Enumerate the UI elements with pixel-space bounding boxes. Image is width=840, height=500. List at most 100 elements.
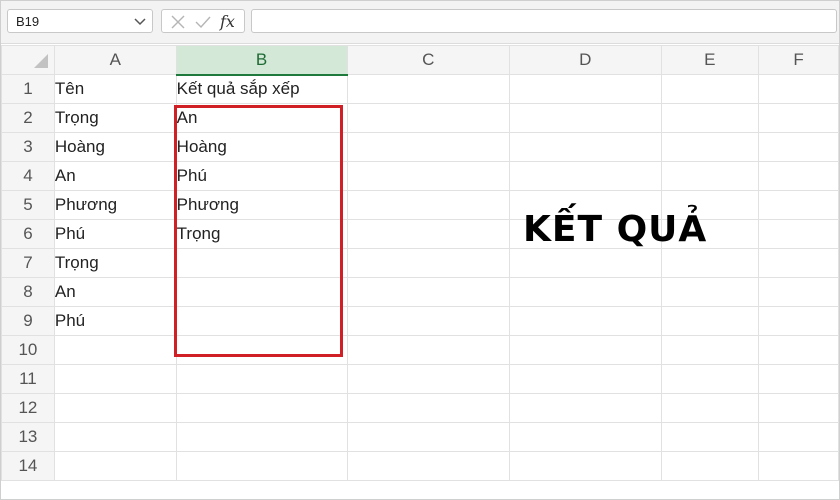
cell-d7[interactable] (508, 248, 662, 278)
cell-b13[interactable] (175, 422, 348, 452)
cell-f10[interactable] (758, 335, 839, 365)
cell-b11[interactable] (175, 364, 348, 394)
cell-e12[interactable] (660, 393, 760, 423)
row-header[interactable]: 13 (1, 422, 55, 452)
cell-e4[interactable] (660, 161, 760, 191)
row-header[interactable]: 6 (1, 219, 55, 249)
column-header-b[interactable]: B (175, 45, 348, 76)
cell-a11[interactable] (53, 364, 177, 394)
cell-d8[interactable] (508, 277, 662, 307)
cell-a12[interactable] (53, 393, 177, 423)
cell-f8[interactable] (758, 277, 839, 307)
table-row: 7 Trọng (1, 248, 839, 278)
cell-a5[interactable]: Phương (53, 190, 177, 220)
cell-a7[interactable]: Trọng (53, 248, 177, 278)
cell-c7[interactable] (346, 248, 510, 278)
cell-b1[interactable]: Kết quả sắp xếp (175, 74, 348, 104)
row-header[interactable]: 9 (1, 306, 55, 336)
cell-c14[interactable] (346, 451, 510, 481)
cell-e1[interactable] (660, 74, 760, 104)
fx-icon[interactable]: fx (220, 12, 235, 31)
cell-f6[interactable] (758, 219, 839, 249)
cell-d3[interactable] (508, 132, 662, 162)
cell-e11[interactable] (660, 364, 760, 394)
cell-f9[interactable] (758, 306, 839, 336)
cell-e9[interactable] (660, 306, 760, 336)
column-header-d[interactable]: D (508, 45, 662, 75)
cell-c9[interactable] (346, 306, 510, 336)
column-header-a[interactable]: A (53, 45, 177, 75)
cell-c2[interactable] (346, 103, 510, 133)
cell-f4[interactable] (758, 161, 839, 191)
cell-e8[interactable] (660, 277, 760, 307)
cell-c1[interactable] (346, 74, 510, 104)
cell-f2[interactable] (758, 103, 839, 133)
cell-d11[interactable] (508, 364, 662, 394)
row-header[interactable]: 1 (1, 74, 55, 104)
cell-f3[interactable] (758, 132, 839, 162)
confirm-icon[interactable] (194, 14, 212, 30)
cell-f11[interactable] (758, 364, 839, 394)
cell-f12[interactable] (758, 393, 839, 423)
cell-a14[interactable] (53, 451, 177, 481)
row-header[interactable]: 5 (1, 190, 55, 220)
cell-a1[interactable]: Tên (53, 74, 177, 104)
row-header[interactable]: 12 (1, 393, 55, 423)
cell-e3[interactable] (660, 132, 760, 162)
cell-d4[interactable] (508, 161, 662, 191)
cell-b14[interactable] (175, 451, 348, 481)
row-header[interactable]: 4 (1, 161, 55, 191)
chevron-down-icon[interactable] (134, 17, 146, 27)
cell-e13[interactable] (660, 422, 760, 452)
row-header[interactable]: 2 (1, 103, 55, 133)
cell-f14[interactable] (758, 451, 839, 481)
cell-f1[interactable] (758, 74, 839, 104)
column-header-f[interactable]: F (758, 45, 839, 75)
name-box[interactable]: B19 (7, 9, 153, 33)
cell-d1[interactable] (508, 74, 662, 104)
cell-a6[interactable]: Phú (53, 219, 177, 249)
cancel-icon[interactable] (170, 14, 186, 30)
cell-f7[interactable] (758, 248, 839, 278)
cell-c10[interactable] (346, 335, 510, 365)
cell-c13[interactable] (346, 422, 510, 452)
cell-f13[interactable] (758, 422, 839, 452)
cell-d13[interactable] (508, 422, 662, 452)
cell-a4[interactable]: An (53, 161, 177, 191)
cell-d12[interactable] (508, 393, 662, 423)
cell-b12[interactable] (175, 393, 348, 423)
row-header[interactable]: 11 (1, 364, 55, 394)
row-header[interactable]: 7 (1, 248, 55, 278)
cell-e14[interactable] (660, 451, 760, 481)
cell-c3[interactable] (346, 132, 510, 162)
row-header[interactable]: 3 (1, 132, 55, 162)
cell-d2[interactable] (508, 103, 662, 133)
cell-e10[interactable] (660, 335, 760, 365)
cell-e7[interactable] (660, 248, 760, 278)
cell-d10[interactable] (508, 335, 662, 365)
cell-c5[interactable] (346, 190, 510, 220)
row-header[interactable]: 8 (1, 277, 55, 307)
formula-bar: B19 fx (1, 1, 839, 44)
cell-a13[interactable] (53, 422, 177, 452)
cell-a9[interactable]: Phú (53, 306, 177, 336)
column-header-e[interactable]: E (660, 45, 760, 75)
cell-c11[interactable] (346, 364, 510, 394)
formula-input[interactable] (251, 9, 837, 33)
row-header[interactable]: 10 (1, 335, 55, 365)
cell-a10[interactable] (53, 335, 177, 365)
select-all-corner[interactable] (1, 45, 55, 75)
row-header[interactable]: 14 (1, 451, 55, 481)
cell-d9[interactable] (508, 306, 662, 336)
cell-c8[interactable] (346, 277, 510, 307)
cell-c6[interactable] (346, 219, 510, 249)
cell-f5[interactable] (758, 190, 839, 220)
column-header-c[interactable]: C (346, 45, 510, 75)
cell-a2[interactable]: Trọng (53, 103, 177, 133)
cell-c4[interactable] (346, 161, 510, 191)
cell-a8[interactable]: An (53, 277, 177, 307)
cell-a3[interactable]: Hoàng (53, 132, 177, 162)
cell-e2[interactable] (660, 103, 760, 133)
cell-d14[interactable] (508, 451, 662, 481)
cell-c12[interactable] (346, 393, 510, 423)
